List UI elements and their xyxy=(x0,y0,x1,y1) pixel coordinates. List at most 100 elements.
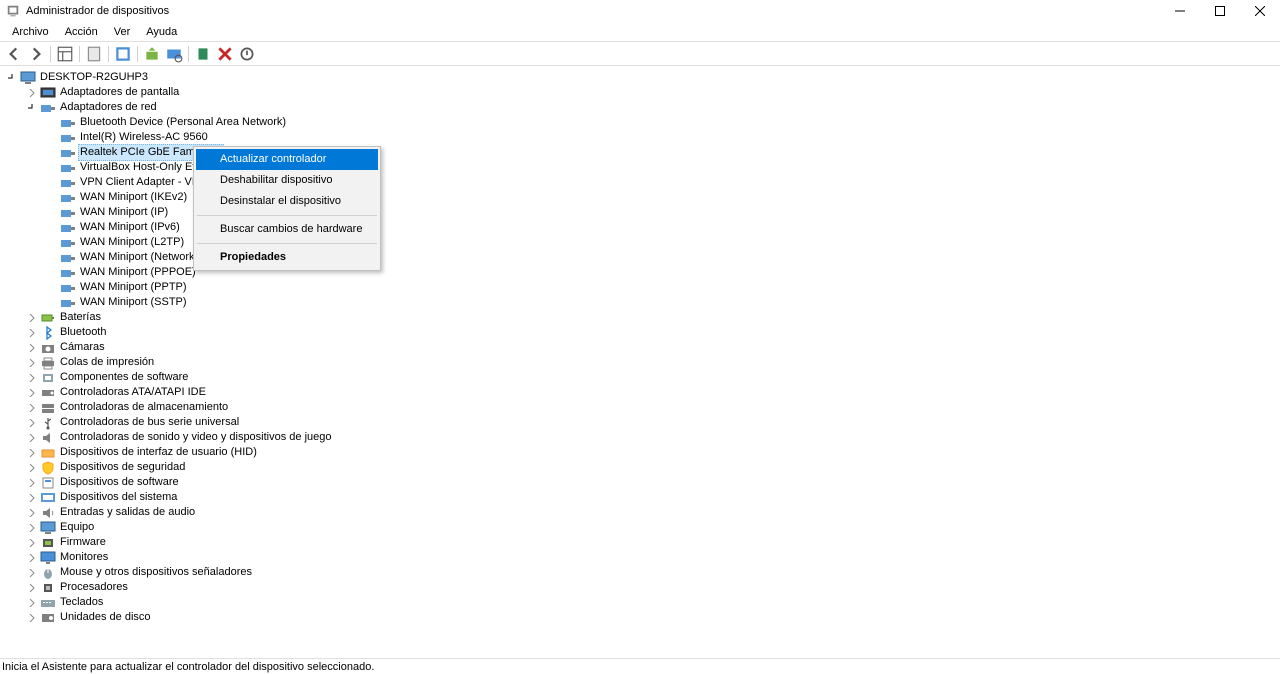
expand-icon[interactable] xyxy=(26,567,38,579)
tree-label: WAN Miniport (PPTP) xyxy=(78,280,189,295)
expand-icon[interactable] xyxy=(26,342,38,354)
properties-button[interactable] xyxy=(113,44,133,64)
tree-category-cameras[interactable]: Cámaras xyxy=(4,340,1280,355)
forward-button[interactable] xyxy=(26,44,46,64)
tree-category-keyboards[interactable]: Teclados xyxy=(4,595,1280,610)
tree-label: Dispositivos de software xyxy=(58,475,181,490)
tree-root[interactable]: DESKTOP-R2GUHP3 xyxy=(4,70,1280,85)
menu-ver[interactable]: Ver xyxy=(106,24,139,40)
tree-device[interactable]: Intel(R) Wireless-AC 9560 xyxy=(4,130,1280,145)
back-button[interactable] xyxy=(4,44,24,64)
camera-icon xyxy=(40,341,56,355)
enable-device-button[interactable] xyxy=(193,44,213,64)
maximize-button[interactable] xyxy=(1200,0,1240,22)
network-adapter-icon xyxy=(60,161,76,175)
tree-category-print-queues[interactable]: Colas de impresión xyxy=(4,355,1280,370)
tree-device[interactable]: WAN Miniport (SSTP) xyxy=(4,295,1280,310)
tree-category-bluetooth[interactable]: Bluetooth xyxy=(4,325,1280,340)
tree-category-batteries[interactable]: Baterías xyxy=(4,310,1280,325)
uninstall-device-button[interactable] xyxy=(215,44,235,64)
update-driver-button[interactable] xyxy=(142,44,162,64)
ctx-scan-hardware[interactable]: Buscar cambios de hardware xyxy=(196,219,378,240)
menu-accion[interactable]: Acción xyxy=(57,24,106,40)
network-adapter-icon xyxy=(60,131,76,145)
minimize-button[interactable] xyxy=(1160,0,1200,22)
computer-icon xyxy=(20,71,36,85)
tree-label: Dispositivos de seguridad xyxy=(58,460,187,475)
tree-label: Mouse y otros dispositivos señaladores xyxy=(58,565,254,580)
expand-icon[interactable] xyxy=(26,87,38,99)
menu-ayuda[interactable]: Ayuda xyxy=(138,24,185,40)
toolbar-separator xyxy=(79,46,80,62)
device-tree[interactable]: DESKTOP-R2GUHP3 Adaptadores de pantalla … xyxy=(0,66,1280,625)
tree-category-software-devices[interactable]: Dispositivos de software xyxy=(4,475,1280,490)
expand-icon[interactable] xyxy=(26,372,38,384)
ctx-properties[interactable]: Propiedades xyxy=(196,247,378,268)
network-adapter-icon xyxy=(60,251,76,265)
expand-icon[interactable] xyxy=(26,387,38,399)
bluetooth-icon xyxy=(40,326,56,340)
mouse-icon xyxy=(40,566,56,580)
tree-category-firmware[interactable]: Firmware xyxy=(4,535,1280,550)
expand-icon[interactable] xyxy=(26,402,38,414)
expand-icon[interactable] xyxy=(26,537,38,549)
tree-category-usb[interactable]: Controladoras de bus serie universal xyxy=(4,415,1280,430)
collapse-icon[interactable] xyxy=(26,102,38,114)
tree-category-software-components[interactable]: Componentes de software xyxy=(4,370,1280,385)
expand-icon[interactable] xyxy=(26,492,38,504)
tree-device[interactable]: Bluetooth Device (Personal Area Network) xyxy=(4,115,1280,130)
security-icon xyxy=(40,461,56,475)
tree-label: Procesadores xyxy=(58,580,130,595)
expand-icon[interactable] xyxy=(26,597,38,609)
tree-category-sound[interactable]: Controladoras de sonido y video y dispos… xyxy=(4,430,1280,445)
menu-bar: Archivo Acción Ver Ayuda xyxy=(0,22,1280,42)
keyboard-icon xyxy=(40,596,56,610)
tree-category-display[interactable]: Adaptadores de pantalla xyxy=(4,85,1280,100)
expand-icon[interactable] xyxy=(26,327,38,339)
expand-icon[interactable] xyxy=(26,432,38,444)
ctx-update-driver[interactable]: Actualizar controlador xyxy=(196,149,378,170)
tree-category-computer[interactable]: Equipo xyxy=(4,520,1280,535)
expand-icon[interactable] xyxy=(26,552,38,564)
tree-category-network[interactable]: Adaptadores de red xyxy=(4,100,1280,115)
expand-icon[interactable] xyxy=(26,312,38,324)
tree-category-hid[interactable]: Dispositivos de interfaz de usuario (HID… xyxy=(4,445,1280,460)
tree-label: Dispositivos del sistema xyxy=(58,490,179,505)
tree-category-audio-io[interactable]: Entradas y salidas de audio xyxy=(4,505,1280,520)
network-adapter-icon xyxy=(60,281,76,295)
menu-archivo[interactable]: Archivo xyxy=(4,24,57,40)
tree-label: Colas de impresión xyxy=(58,355,156,370)
tree-label: Adaptadores de pantalla xyxy=(58,85,181,100)
disable-device-button[interactable] xyxy=(237,44,257,64)
tree-category-disks[interactable]: Unidades de disco xyxy=(4,610,1280,625)
expand-icon[interactable] xyxy=(26,447,38,459)
tree-device[interactable]: WAN Miniport (PPTP) xyxy=(4,280,1280,295)
system-device-icon xyxy=(40,491,56,505)
expand-icon[interactable] xyxy=(26,522,38,534)
speaker-icon xyxy=(40,431,56,445)
expand-icon[interactable] xyxy=(26,507,38,519)
expand-icon[interactable] xyxy=(26,582,38,594)
expand-icon[interactable] xyxy=(26,612,38,624)
tree-category-monitors[interactable]: Monitores xyxy=(4,550,1280,565)
expand-icon[interactable] xyxy=(26,462,38,474)
ctx-disable-device[interactable]: Deshabilitar dispositivo xyxy=(196,170,378,191)
disk-icon xyxy=(40,611,56,625)
tree-category-security[interactable]: Dispositivos de seguridad xyxy=(4,460,1280,475)
tree-category-ata[interactable]: Controladoras ATA/ATAPI IDE xyxy=(4,385,1280,400)
expand-icon[interactable] xyxy=(26,357,38,369)
help-button[interactable] xyxy=(84,44,104,64)
tree-category-mouse[interactable]: Mouse y otros dispositivos señaladores xyxy=(4,565,1280,580)
scan-hardware-button[interactable] xyxy=(164,44,184,64)
ctx-separator xyxy=(197,243,377,244)
tree-category-system-devices[interactable]: Dispositivos del sistema xyxy=(4,490,1280,505)
expand-icon[interactable] xyxy=(26,477,38,489)
show-hide-tree-button[interactable] xyxy=(55,44,75,64)
tree-label: Intel(R) Wireless-AC 9560 xyxy=(78,130,210,145)
close-button[interactable] xyxy=(1240,0,1280,22)
ctx-uninstall-device[interactable]: Desinstalar el dispositivo xyxy=(196,191,378,212)
tree-category-processors[interactable]: Procesadores xyxy=(4,580,1280,595)
collapse-icon[interactable] xyxy=(6,72,18,84)
expand-icon[interactable] xyxy=(26,417,38,429)
tree-category-storage[interactable]: Controladoras de almacenamiento xyxy=(4,400,1280,415)
